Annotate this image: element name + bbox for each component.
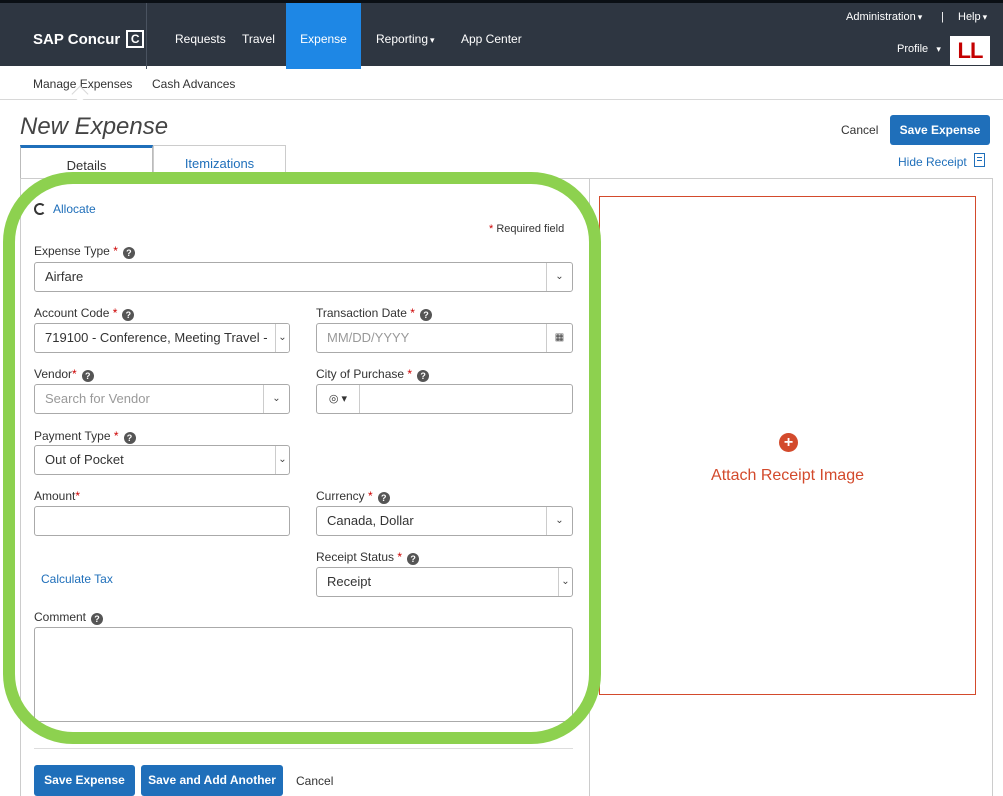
nav-app-center[interactable]: App Center <box>447 3 536 69</box>
chevron-down-icon[interactable]: ⌄ <box>275 324 289 352</box>
transaction-date-placeholder: MM/DD/YYYY <box>327 330 410 345</box>
vendor-search-input[interactable]: Search for Vendor ⌄ <box>34 384 290 414</box>
help-icon[interactable]: ? <box>417 370 430 382</box>
chevron-down-icon[interactable]: ⌄ <box>558 568 572 596</box>
form-divider <box>34 748 573 749</box>
comment-textarea[interactable] <box>34 627 573 722</box>
comment-label: Comment? <box>34 610 104 625</box>
plus-circle-icon[interactable]: + <box>779 433 798 452</box>
currency-label-text: Currency <box>316 489 365 503</box>
concur-c-icon: C <box>126 30 145 48</box>
payment-type-label-text: Payment Type <box>34 429 111 443</box>
payment-type-label: Payment Type *? <box>34 429 136 444</box>
util-separator: | <box>941 11 944 23</box>
amount-label: Amount* <box>34 489 81 503</box>
receipt-status-label-text: Receipt Status <box>316 550 395 564</box>
city-of-purchase-label: City of Purchase *? <box>316 367 430 382</box>
sub-navigation: Manage Expenses Cash Advances <box>0 66 1003 103</box>
help-icon[interactable]: ? <box>91 613 104 625</box>
city-of-purchase-input[interactable]: ◎ ▾ <box>316 384 573 414</box>
account-code-label: Account Code *? <box>34 306 135 321</box>
nav-expense[interactable]: Expense <box>286 3 361 69</box>
subnav-cash-advances[interactable]: Cash Advances <box>152 77 235 91</box>
help-icon[interactable]: ? <box>122 309 135 321</box>
nav-divider <box>146 3 147 69</box>
globe-icon[interactable]: ◎ ▾ <box>317 385 360 413</box>
hide-receipt-link[interactable]: Hide Receipt <box>898 155 967 169</box>
tab-itemizations[interactable]: Itemizations <box>153 145 286 179</box>
avatar[interactable]: LL <box>950 36 990 65</box>
cancel-link-top[interactable]: Cancel <box>841 123 878 137</box>
receipt-status-label: Receipt Status *? <box>316 550 420 565</box>
allocate-icon[interactable] <box>34 203 46 215</box>
transaction-date-input[interactable]: MM/DD/YYYY ▦ <box>316 323 573 353</box>
allocate-link[interactable]: Allocate <box>53 202 96 216</box>
chevron-down-icon[interactable]: ⌄ <box>546 263 572 291</box>
attach-receipt-image-link[interactable]: Attach Receipt Image <box>599 467 976 485</box>
currency-select[interactable]: Canada, Dollar ⌄ <box>316 506 573 536</box>
receipt-status-value: Receipt <box>327 574 372 589</box>
expense-type-select[interactable]: Airfare ⌄ <box>34 262 573 292</box>
cancel-link-bottom[interactable]: Cancel <box>296 774 333 788</box>
amount-input[interactable] <box>34 506 290 536</box>
transaction-date-label: Transaction Date *? <box>316 306 432 321</box>
currency-value: Canada, Dollar <box>327 513 414 528</box>
chevron-down-icon[interactable]: ⌄ <box>275 446 289 474</box>
payment-type-select[interactable]: Out of Pocket ⌄ <box>34 445 290 475</box>
calculate-tax-link[interactable]: Calculate Tax <box>41 572 113 586</box>
help-icon[interactable]: ? <box>407 553 420 565</box>
brand-name: SAP Concur <box>33 30 121 48</box>
help-icon[interactable]: ? <box>81 370 94 382</box>
chevron-down-icon[interactable]: ⌄ <box>546 507 572 535</box>
receipt-status-select[interactable]: Receipt ⌄ <box>316 567 573 597</box>
city-label-text: City of Purchase <box>316 367 405 381</box>
save-expense-button[interactable]: Save Expense <box>34 765 135 796</box>
administration-menu[interactable]: Administration <box>846 11 922 23</box>
nav-reporting[interactable]: Reporting <box>362 3 449 69</box>
payment-type-value: Out of Pocket <box>45 452 124 467</box>
save-and-add-another-button[interactable]: Save and Add Another <box>141 765 283 796</box>
help-menu[interactable]: Help <box>958 11 987 23</box>
tab-details[interactable]: Details <box>20 145 153 179</box>
help-icon[interactable]: ? <box>419 309 432 321</box>
sap-concur-logo[interactable]: SAP Concur C <box>33 30 145 48</box>
chevron-down-icon[interactable]: ⌄ <box>263 385 289 413</box>
required-field-note: * Required field <box>489 223 565 235</box>
profile-menu[interactable]: Profile <box>897 43 941 55</box>
top-navigation-bar: SAP Concur C Requests Travel Expense Rep… <box>0 0 1003 69</box>
expense-type-label-text: Expense Type <box>34 244 110 258</box>
page-title: New Expense <box>20 113 169 140</box>
transaction-date-label-text: Transaction Date <box>316 306 407 320</box>
amount-label-text: Amount <box>34 489 76 503</box>
required-note-text: Required field <box>496 223 565 235</box>
help-icon[interactable]: ? <box>122 247 135 259</box>
account-code-label-text: Account Code <box>34 306 110 320</box>
save-expense-button-top[interactable]: Save Expense <box>890 115 990 145</box>
account-code-value: 719100 - Conference, Meeting Travel - <box>45 330 268 345</box>
vendor-label: Vendor*? <box>34 367 94 382</box>
expense-type-label: Expense Type *? <box>34 244 135 259</box>
help-icon[interactable]: ? <box>377 492 390 504</box>
vendor-label-text: Vendor <box>34 367 73 381</box>
expense-type-value: Airfare <box>45 269 84 284</box>
receipt-icon[interactable] <box>974 153 985 167</box>
account-code-select[interactable]: 719100 - Conference, Meeting Travel - ⌄ <box>34 323 290 353</box>
help-icon[interactable]: ? <box>123 432 136 444</box>
comment-label-text: Comment <box>34 610 87 624</box>
nav-travel[interactable]: Travel <box>228 3 289 69</box>
profile-label: Profile <box>897 43 929 55</box>
currency-label: Currency *? <box>316 489 390 504</box>
vendor-placeholder: Search for Vendor <box>45 391 150 406</box>
calendar-icon[interactable]: ▦ <box>546 324 572 352</box>
